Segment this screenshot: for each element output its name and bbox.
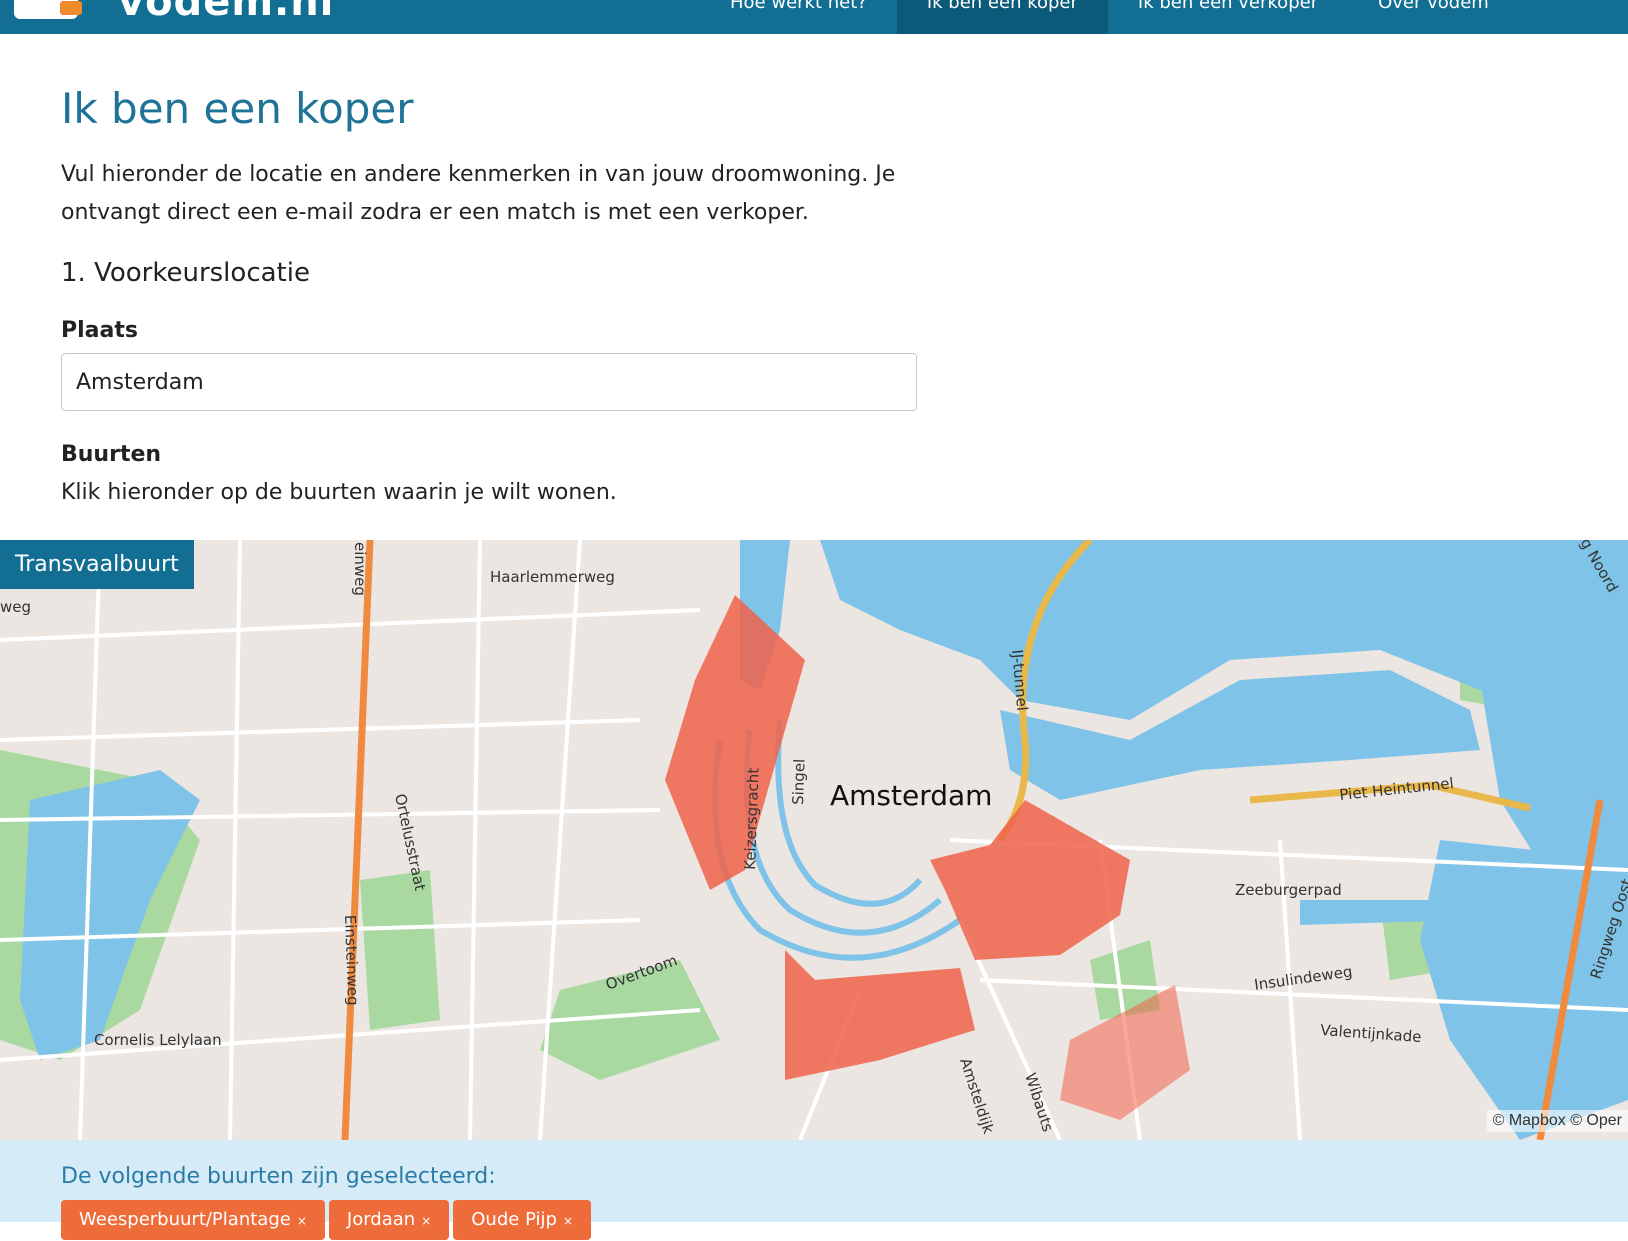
logo-text: vodem.nl [118, 0, 335, 25]
street-label: Cornelis Lelylaan [94, 1031, 222, 1049]
city-label: Amsterdam [830, 779, 992, 812]
logo[interactable]: vodem.nl [14, 0, 334, 22]
map-canvas[interactable]: Amsterdam Haarlemmerweg einweg weg IJ-tu… [0, 540, 1628, 1140]
tag-label: Jordaan [346, 1209, 416, 1230]
plaats-input[interactable] [61, 353, 917, 411]
tag-label: Oude Pijp [471, 1209, 557, 1230]
street-label: weg [0, 598, 31, 616]
section-title: 1. Voorkeurslocatie [61, 258, 310, 288]
tag-label: Weesperbuurt/Plantage [79, 1209, 291, 1230]
page-title: Ik ben een koper [61, 84, 414, 133]
street-label: einweg [351, 542, 369, 596]
selected-tag-oude-pijp[interactable]: Oude Pijp × [453, 1200, 592, 1240]
street-label: Zeeburgerpad [1235, 881, 1342, 899]
nav-ik-ben-een-koper[interactable]: Ik ben een koper [896, 0, 1108, 34]
plaats-label: Plaats [61, 318, 138, 343]
buurten-label: Buurten [61, 442, 162, 467]
remove-icon[interactable]: × [563, 1214, 573, 1228]
nav-over-vodem[interactable]: Over vodem [1348, 0, 1519, 34]
selected-tag-jordaan[interactable]: Jordaan × [328, 1200, 450, 1240]
nav-ik-ben-een-verkoper[interactable]: Ik ben een verkoper [1108, 0, 1348, 34]
remove-icon[interactable]: × [421, 1214, 431, 1228]
remove-icon[interactable]: × [297, 1214, 307, 1228]
selected-tag-weesperbuurt-plantage[interactable]: Weesperbuurt/Plantage × [61, 1200, 325, 1240]
intro-text: Vul hieronder de locatie en andere kenme… [61, 162, 896, 225]
top-navbar: vodem.nl Hoe werkt het? Ik ben een koper… [0, 0, 1628, 34]
street-label: Keizersgracht [741, 767, 763, 870]
selection-title: De volgende buurten zijn geselecteerd: [61, 1164, 496, 1189]
logo-icon [14, 0, 82, 19]
buurten-helper-text: Klik hieronder op de buurten waarin je w… [61, 480, 617, 505]
street-label: Einsteinweg [341, 915, 362, 1006]
street-label: Singel [789, 758, 809, 805]
neighbourhood-map[interactable]: Amsterdam Haarlemmerweg einweg weg IJ-tu… [0, 540, 1628, 1140]
nav-hoe-werkt-het[interactable]: Hoe werkt het? [700, 0, 897, 34]
hover-neighbourhood-label: Transvaalbuurt [0, 540, 194, 589]
main-nav: Hoe werkt het? Ik ben een koper Ik ben e… [700, 0, 1519, 34]
selection-panel: De volgende buurten zijn geselecteerd: W… [0, 1140, 1628, 1240]
street-label: Haarlemmerweg [490, 568, 615, 586]
selected-tags: Weesperbuurt/Plantage × Jordaan × Oude Pij… [61, 1200, 592, 1240]
map-attribution[interactable]: © Mapbox © Oper [1486, 1110, 1628, 1132]
